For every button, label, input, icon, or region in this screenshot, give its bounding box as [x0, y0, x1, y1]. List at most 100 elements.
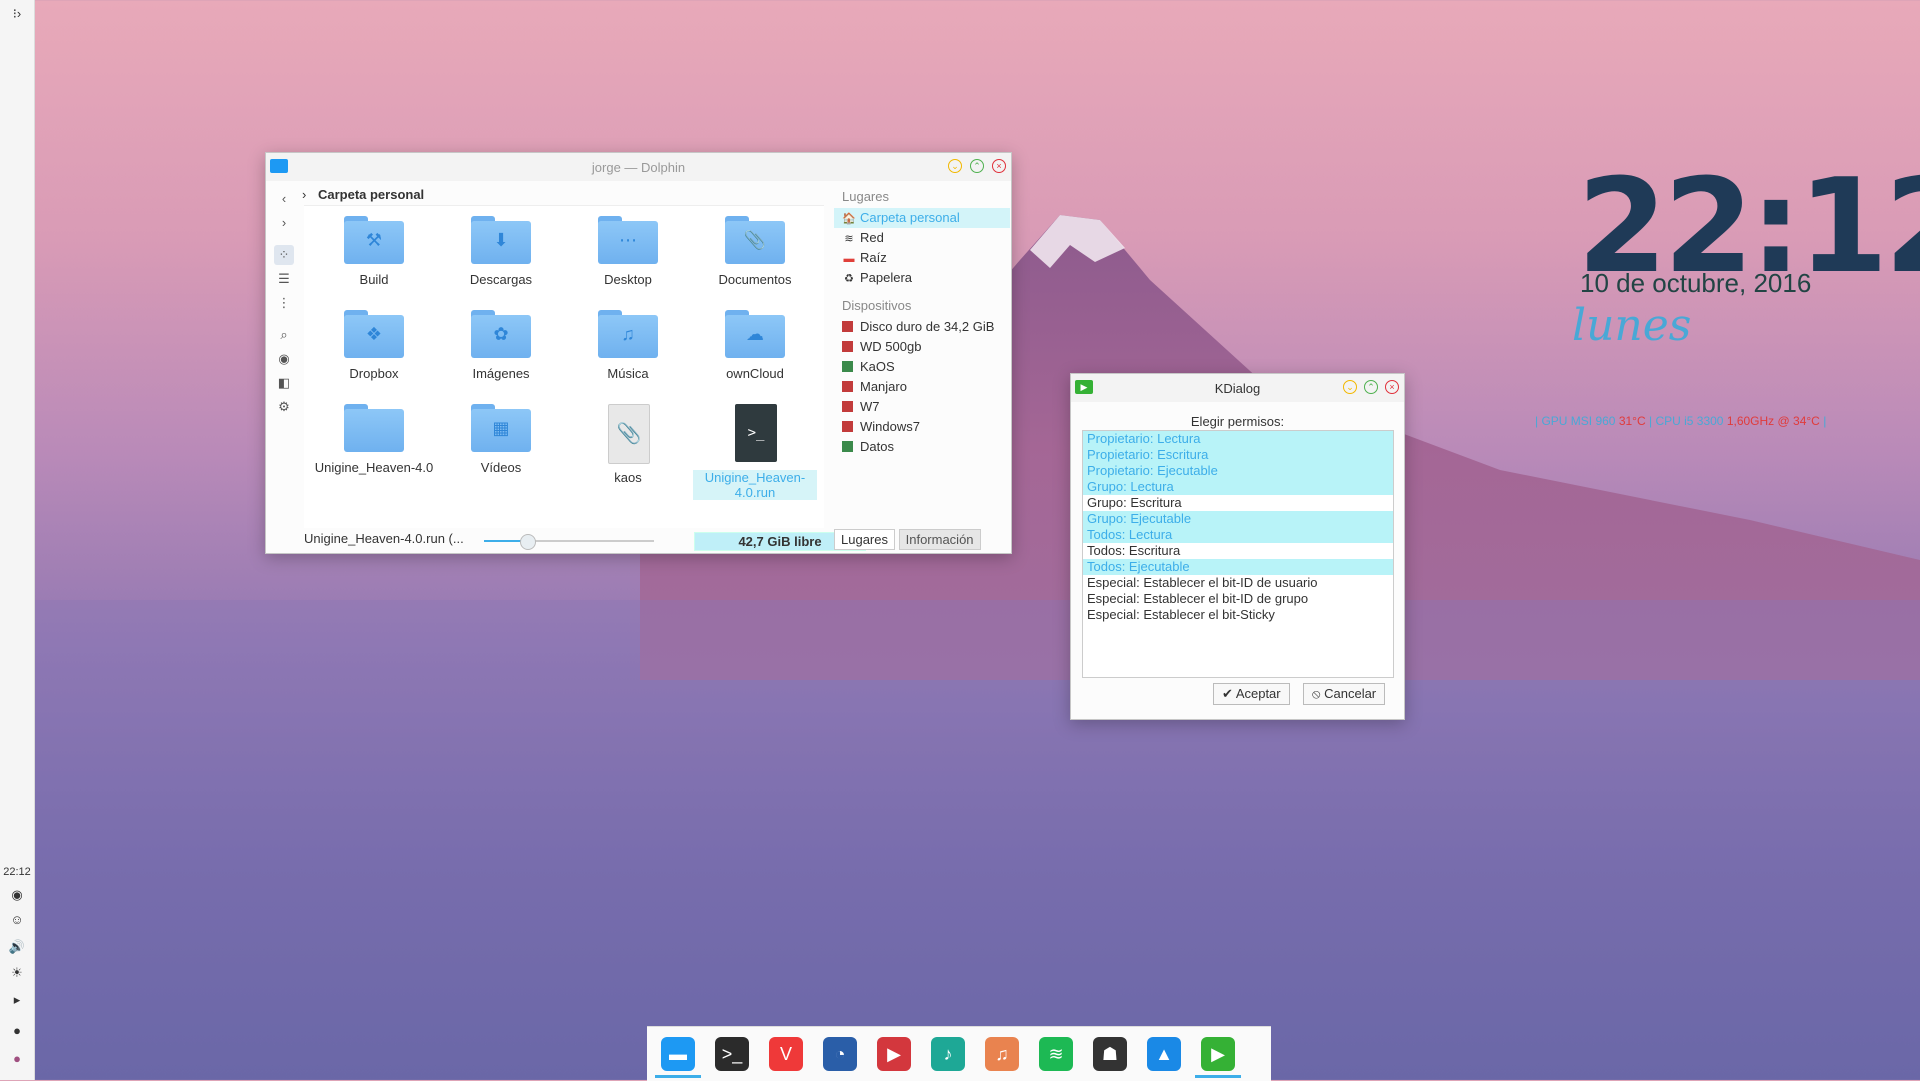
breadcrumb-current[interactable]: Carpeta personal [318, 187, 424, 202]
compact-view-icon[interactable]: ☰ [274, 269, 294, 289]
file-item[interactable]: ☁ ownCloud [693, 310, 817, 381]
expand-arrow-icon[interactable]: ▸ [0, 992, 34, 1008]
device-item[interactable]: Datos [834, 437, 1010, 457]
file-area[interactable]: ⚒ Build ⬇ Descargas ⋯ Desktop 📎 Documentos ❖ Drop… [304, 205, 824, 528]
kdialog-icon[interactable]: ▶ [1201, 1037, 1235, 1071]
file-item[interactable]: Unigine_Heaven-4.0 [312, 404, 436, 475]
forward-icon[interactable]: › [274, 213, 294, 233]
permission-item[interactable]: Propietario: Lectura [1083, 431, 1393, 447]
file-item[interactable]: 📎 kaos [566, 404, 690, 485]
volume-icon[interactable]: 🔊 [0, 939, 34, 955]
ghost-icon[interactable]: ☺ [0, 912, 34, 927]
cancel-icon: ⦸ [1312, 686, 1321, 701]
active-app-indicator [1195, 1075, 1241, 1078]
itunes-icon[interactable]: ♫ [985, 1037, 1019, 1071]
music-note-icon[interactable]: ♪ [931, 1037, 965, 1071]
image-icon: ✿ [471, 310, 531, 358]
weather-icon[interactable]: ☀ [0, 965, 34, 981]
file-item[interactable]: ✿ Imágenes [439, 310, 563, 381]
places-item[interactable]: ≋ Red [834, 228, 1010, 248]
back-icon[interactable]: ‹ [274, 189, 294, 209]
file-item[interactable]: >_ Unigine_Heaven-4.0.run [693, 404, 817, 500]
places-header: Lugares [842, 189, 889, 204]
file-item[interactable]: ♫ Música [566, 310, 690, 381]
close-button[interactable]: × [992, 159, 1006, 173]
file-item[interactable]: 📎 Documentos [693, 216, 817, 287]
browser-icon[interactable]: ◔ [823, 1037, 857, 1071]
inkscape-icon[interactable]: ☗ [1093, 1037, 1127, 1071]
hard-drive-icon [842, 441, 853, 452]
permission-item[interactable]: Especial: Establecer el bit-ID de usuari… [1083, 575, 1393, 591]
file-item[interactable]: ▦ Vídeos [439, 404, 563, 475]
maximize-button[interactable]: ⌃ [970, 159, 984, 173]
permission-item[interactable]: Propietario: Escritura [1083, 447, 1393, 463]
file-label: kaos [614, 470, 642, 485]
device-item[interactable]: Manjaro [834, 377, 1010, 397]
drop-icon[interactable]: ● [0, 1023, 34, 1038]
accept-button[interactable]: ✔ Aceptar [1213, 683, 1290, 705]
file-label: Vídeos [480, 460, 522, 475]
desktop-clock-day: lunes [1572, 300, 1692, 351]
minimize-button[interactable]: ⌄ [1343, 380, 1357, 394]
permission-item[interactable]: Todos: Lectura [1083, 527, 1393, 543]
permission-item[interactable]: Especial: Establecer el bit-ID de grupo [1083, 591, 1393, 607]
telegram-icon[interactable]: ◉ [0, 887, 34, 903]
file-item[interactable]: ⚒ Build [312, 216, 436, 287]
dolphin-toolbar: ‹ › ⁘ ☰ ⋮ ⌕ ◉ ◧ ⚙ [266, 181, 302, 553]
places-item[interactable]: ♻ Papelera [834, 268, 1010, 288]
permission-item[interactable]: Todos: Escritura [1083, 543, 1393, 559]
media-player-icon[interactable]: ▶ [877, 1037, 911, 1071]
preview-icon[interactable]: ◉ [274, 349, 294, 369]
kdialog-window: ▶ KDialog ⌄ ⌃ × Elegir permisos: Propiet… [1070, 373, 1405, 720]
permission-item[interactable]: Todos: Ejecutable [1083, 559, 1393, 575]
permission-item[interactable]: Grupo: Lectura [1083, 479, 1393, 495]
places-item[interactable]: ▬ Raíz [834, 248, 1010, 268]
user-icon[interactable]: ● [0, 1051, 34, 1066]
kaos-icon[interactable]: ▲ [1147, 1037, 1181, 1071]
device-item[interactable]: Windows7 [834, 417, 1010, 437]
permissions-list[interactable]: Propietario: Lectura Propietario: Escritu… [1082, 430, 1394, 678]
hard-drive-icon [842, 341, 853, 352]
device-item[interactable]: KaOS [834, 357, 1010, 377]
permission-item[interactable]: Grupo: Escritura [1083, 495, 1393, 511]
file-item[interactable]: ⬇ Descargas [439, 216, 563, 287]
zoom-slider-handle[interactable] [519, 534, 536, 550]
dolphin-titlebar[interactable]: jorge — Dolphin ⌄ ⌃ × [266, 153, 1011, 181]
close-button[interactable]: × [1385, 380, 1399, 394]
file-label: Unigine_Heaven-4.0 [314, 460, 434, 475]
permission-item[interactable]: Propietario: Ejecutable [1083, 463, 1393, 479]
vivaldi-icon[interactable]: V [769, 1037, 803, 1071]
icons-view-icon[interactable]: ⁘ [274, 245, 294, 265]
panel-clock[interactable]: 22:12 [0, 866, 34, 878]
dropbox-icon: ❖ [344, 310, 404, 358]
hard-drive-icon [842, 321, 853, 332]
terminal-icon[interactable]: >_ [715, 1037, 749, 1071]
minimize-button[interactable]: ⌄ [948, 159, 962, 173]
spotify-icon[interactable]: ≋ [1039, 1037, 1073, 1071]
permission-item[interactable]: Grupo: Ejecutable [1083, 511, 1393, 527]
tab-lugares[interactable]: Lugares [834, 529, 895, 550]
details-view-icon[interactable]: ⋮ [274, 293, 294, 313]
device-item[interactable]: WD 500gb [834, 337, 1010, 357]
device-item[interactable]: W7 [834, 397, 1010, 417]
breadcrumb[interactable]: › Carpeta personal [302, 187, 424, 202]
file-item[interactable]: ⋯ Desktop [566, 216, 690, 287]
settings-icon[interactable]: ⚙ [274, 397, 294, 417]
permission-item[interactable]: Especial: Establecer el bit-Sticky [1083, 607, 1393, 623]
dock: ▬ >_ V ◔ ▶ ♪ ♫ ≋ ☗ ▲ ▶ [647, 1026, 1271, 1081]
tab-informacion[interactable]: Información [898, 529, 981, 550]
active-app-indicator [655, 1075, 701, 1078]
status-bar: Unigine_Heaven-4.0.run (... 42,7 GiB lib… [304, 531, 866, 551]
file-item[interactable]: ❖ Dropbox [312, 310, 436, 381]
places-item[interactable]: 🏠 Carpeta personal [834, 208, 1010, 228]
dolphin-icon[interactable]: ▬ [661, 1037, 695, 1071]
split-icon[interactable]: ◧ [274, 373, 294, 393]
zoom-slider[interactable] [484, 534, 654, 550]
hard-drive-icon [842, 401, 853, 412]
device-item[interactable]: Disco duro de 34,2 GiB [834, 317, 1010, 337]
launcher-icon[interactable]: ⁝› [0, 6, 34, 22]
search-icon[interactable]: ⌕ [274, 325, 294, 345]
maximize-button[interactable]: ⌃ [1364, 380, 1378, 394]
cancel-button[interactable]: ⦸ Cancelar [1303, 683, 1386, 705]
kdialog-titlebar[interactable]: ▶ KDialog ⌄ ⌃ × [1071, 374, 1404, 402]
